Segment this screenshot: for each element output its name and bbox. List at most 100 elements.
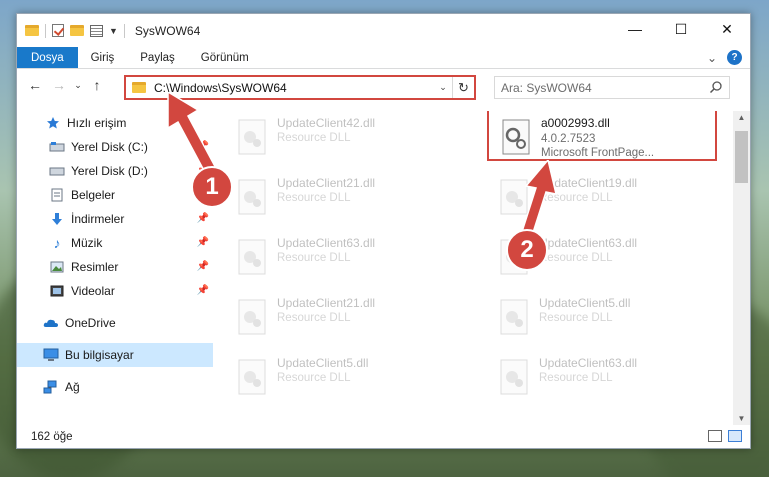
sidebar-item-downloads[interactable]: İndirmeler 📌: [17, 207, 213, 231]
back-button[interactable]: ←: [23, 77, 47, 93]
music-icon: ♪: [53, 235, 61, 251]
file-name: UpdateClient21.dll: [277, 176, 376, 190]
search-box[interactable]: Ara: SysWOW64: [494, 76, 730, 99]
view-switcher: [708, 430, 742, 442]
file-description: Resource DLL: [539, 372, 613, 384]
dll-file-icon: [237, 299, 267, 335]
cloud-icon: [43, 316, 59, 330]
pin-icon[interactable]: 📌: [197, 213, 209, 224]
pin-icon[interactable]: 📌: [197, 261, 209, 272]
sidebar-item-label: Resimler: [71, 260, 119, 274]
divider: [45, 23, 46, 38]
file-tile[interactable]: UpdateClient63.dll Resource DLL: [225, 231, 455, 283]
file-description: Resource DLL: [277, 312, 351, 324]
tab-paylas[interactable]: Paylaş: [127, 47, 188, 68]
vertical-scrollbar[interactable]: ▲ ▼: [733, 111, 750, 425]
pictures-icon: [49, 260, 65, 274]
qat-dropdown-icon[interactable]: ▼: [109, 26, 118, 36]
file-name: UpdateClient42.dll: [277, 116, 376, 130]
file-tile[interactable]: UpdateClient5.dll Resource DLL: [225, 351, 455, 403]
file-tile[interactable]: UpdateClient63.dll Resource DLL: [487, 351, 717, 403]
sidebar-item-network[interactable]: Ağ: [17, 375, 213, 399]
search-icon[interactable]: [709, 80, 723, 94]
file-list: UpdateClient42.dll Resource DLL a0002993.…: [225, 111, 725, 423]
file-name: UpdateClient21.dll: [277, 296, 376, 310]
folder-icon: [132, 82, 146, 93]
sidebar-item-label: OneDrive: [65, 316, 116, 330]
tab-gorunum[interactable]: Görünüm: [188, 47, 262, 68]
pin-icon[interactable]: 📌: [197, 285, 209, 296]
ribbon-expand-icon[interactable]: ⌄: [707, 51, 717, 65]
file-name: UpdateClient5.dll: [277, 356, 369, 370]
file-tile[interactable]: UpdateClient42.dll Resource DLL: [225, 111, 455, 163]
step-badge-2: 2: [506, 229, 548, 271]
dll-file-icon: [499, 359, 529, 395]
window-title: SysWOW64: [134, 23, 201, 38]
address-dropdown-icon[interactable]: ⌄: [434, 82, 452, 93]
sidebar-item-label: Ağ: [65, 380, 80, 394]
title-bar: ▼ SysWOW64 — ☐ ✕: [17, 14, 750, 47]
file-version: 4.0.2.7523: [541, 133, 596, 145]
file-description: Resource DLL: [277, 132, 351, 144]
details-view-icon[interactable]: [708, 430, 722, 442]
scroll-down-icon[interactable]: ▼: [733, 414, 750, 423]
item-count: 162 öğe: [31, 431, 73, 443]
explorer-window: ▼ SysWOW64 — ☐ ✕ Dosya Giriş Paylaş Görü…: [16, 13, 751, 449]
new-folder-icon[interactable]: [70, 25, 84, 36]
status-bar: 162 öğe: [17, 426, 750, 448]
file-description: Resource DLL: [277, 192, 351, 204]
file-name: UpdateClient63.dll: [539, 356, 638, 370]
maximize-button[interactable]: ☐: [658, 14, 704, 44]
scroll-up-icon[interactable]: ▲: [733, 113, 750, 122]
sidebar-item-music[interactable]: ♪ Müzik 📌: [17, 231, 213, 255]
large-icons-view-icon[interactable]: [728, 430, 742, 442]
sidebar-item-label: Videolar: [71, 284, 115, 298]
pin-icon[interactable]: 📌: [197, 237, 209, 248]
file-tile[interactable]: UpdateClient5.dll Resource DLL: [487, 291, 717, 343]
close-button[interactable]: ✕: [704, 14, 750, 44]
file-description: Resource DLL: [539, 252, 613, 264]
sidebar-item-this-pc[interactable]: Bu bilgisayar: [17, 343, 213, 367]
ribbon-tabs: Dosya Giriş Paylaş Görünüm ⌄ ?: [17, 47, 750, 69]
sidebar-item-label: Belgeler: [71, 188, 116, 202]
file-name: UpdateClient63.dll: [277, 236, 376, 250]
up-button[interactable]: ↑: [85, 77, 109, 93]
file-description: Resource DLL: [277, 252, 351, 264]
tab-giris[interactable]: Giriş: [78, 47, 128, 68]
file-tile[interactable]: UpdateClient21.dll Resource DLL: [225, 291, 455, 343]
folder-icon[interactable]: [25, 25, 39, 36]
computer-icon: [43, 348, 59, 362]
dll-file-icon: [501, 119, 531, 155]
file-description: Resource DLL: [539, 312, 613, 324]
dll-file-icon: [499, 299, 529, 335]
sidebar-item-pictures[interactable]: Resimler 📌: [17, 255, 213, 279]
minimize-button[interactable]: —: [612, 14, 658, 44]
window-controls: — ☐ ✕: [612, 14, 750, 44]
file-tile[interactable]: UpdateClient21.dll Resource DLL: [225, 171, 455, 223]
step-badge-1: 1: [191, 166, 233, 208]
file-name: a0002993.dll: [541, 116, 610, 130]
drive-icon: [49, 164, 65, 178]
tab-dosya[interactable]: Dosya: [17, 47, 78, 68]
recent-locations-button[interactable]: ⌄: [71, 80, 85, 91]
sidebar-item-label: Hızlı erişim: [67, 116, 127, 130]
network-icon: [43, 380, 59, 394]
help-icon[interactable]: ?: [727, 50, 742, 65]
sidebar-item-label: Bu bilgisayar: [65, 348, 134, 362]
sidebar-item-onedrive[interactable]: OneDrive: [17, 311, 213, 335]
refresh-button[interactable]: ↻: [452, 77, 474, 98]
forward-button[interactable]: →: [47, 77, 71, 93]
file-description: Microsoft FrontPage...: [541, 147, 655, 159]
star-icon: [45, 116, 61, 130]
properties-check-icon[interactable]: [52, 24, 64, 37]
file-tile-highlighted[interactable]: a0002993.dll 4.0.2.7523 Microsoft FrontP…: [487, 111, 717, 161]
scrollbar-thumb[interactable]: [735, 131, 748, 183]
sidebar-item-videos[interactable]: Videolar 📌: [17, 279, 213, 303]
dll-file-icon: [237, 179, 267, 215]
dll-file-icon: [237, 359, 267, 395]
customize-icon[interactable]: [90, 24, 103, 37]
sidebar-item-label: Yerel Disk (C:): [71, 140, 148, 154]
